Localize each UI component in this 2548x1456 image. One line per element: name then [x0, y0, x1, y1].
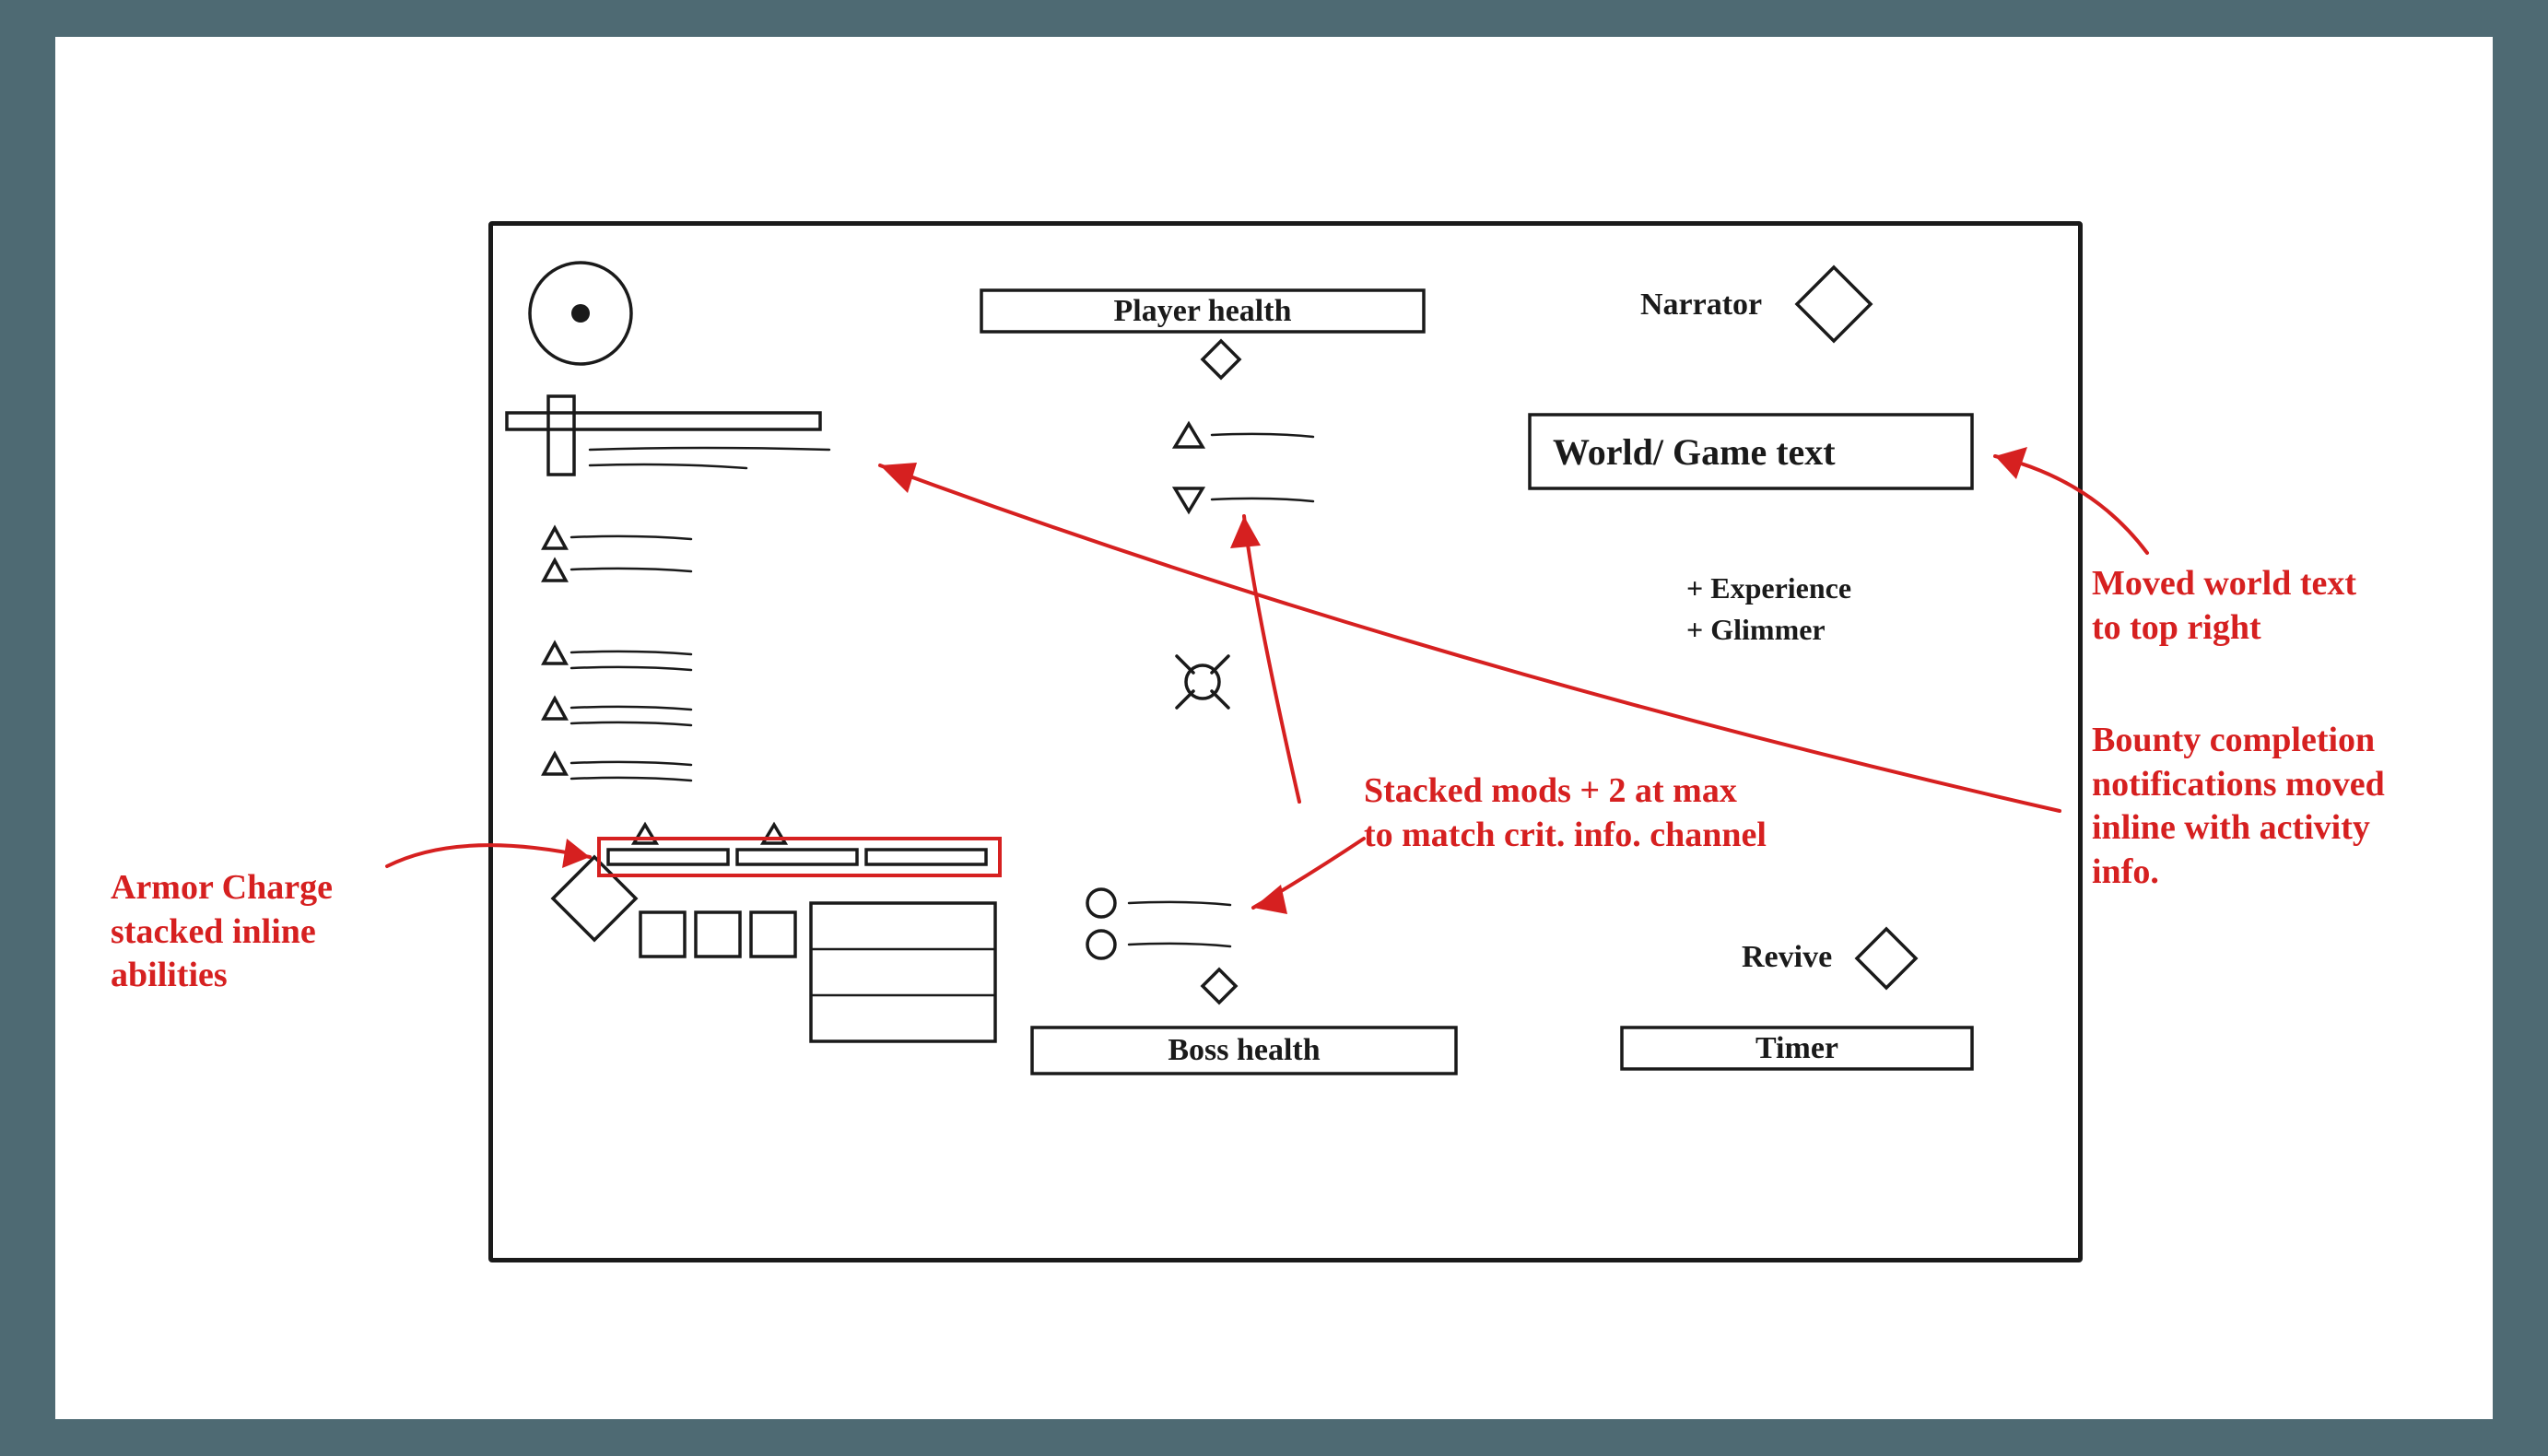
- experience-label: + Experience: [1686, 571, 1851, 605]
- radar-icon: [530, 263, 631, 364]
- super-icon: [1203, 341, 1239, 378]
- crosshair-icon: [1177, 656, 1228, 708]
- arrow-stacked-mods: [1230, 516, 1299, 802]
- player-health-label: Player health: [981, 290, 1424, 332]
- quest-tracker: [507, 396, 829, 475]
- armor-charge-highlight: [599, 839, 1000, 875]
- narrator-icon: [1797, 267, 1871, 341]
- ability-bar: [553, 825, 995, 1041]
- center-buffs: [1175, 424, 1313, 511]
- timer-label: Timer: [1622, 1027, 1972, 1069]
- world-text-label: World/ Game text: [1553, 430, 1836, 474]
- annotation-armor-charge: Armor Charge stacked inline abilities: [111, 866, 333, 998]
- canvas: Player health Narrator World/ Game text …: [55, 37, 2493, 1419]
- arrow-mods-to-circles: [1253, 839, 1364, 914]
- revive-icon: [1857, 929, 1916, 988]
- boss-health-label: Boss health: [1032, 1027, 1456, 1074]
- glimmer-label: + Glimmer: [1686, 613, 1826, 647]
- mod-stack: [1087, 889, 1236, 1003]
- revive-label: Revive: [1742, 940, 1832, 975]
- activity-feed: [544, 528, 691, 781]
- annotation-stacked-mods: Stacked mods + 2 at max to match crit. i…: [1364, 769, 1767, 857]
- annotation-moved-world: Moved world text to top right: [2092, 562, 2356, 650]
- narrator-label: Narrator: [1640, 288, 1762, 323]
- annotation-bounty: Bounty completion notifications moved in…: [2092, 719, 2385, 894]
- arrow-world-text: [1995, 447, 2147, 553]
- arrow-armor-charge: [387, 839, 590, 868]
- arrow-bounty: [880, 463, 2060, 811]
